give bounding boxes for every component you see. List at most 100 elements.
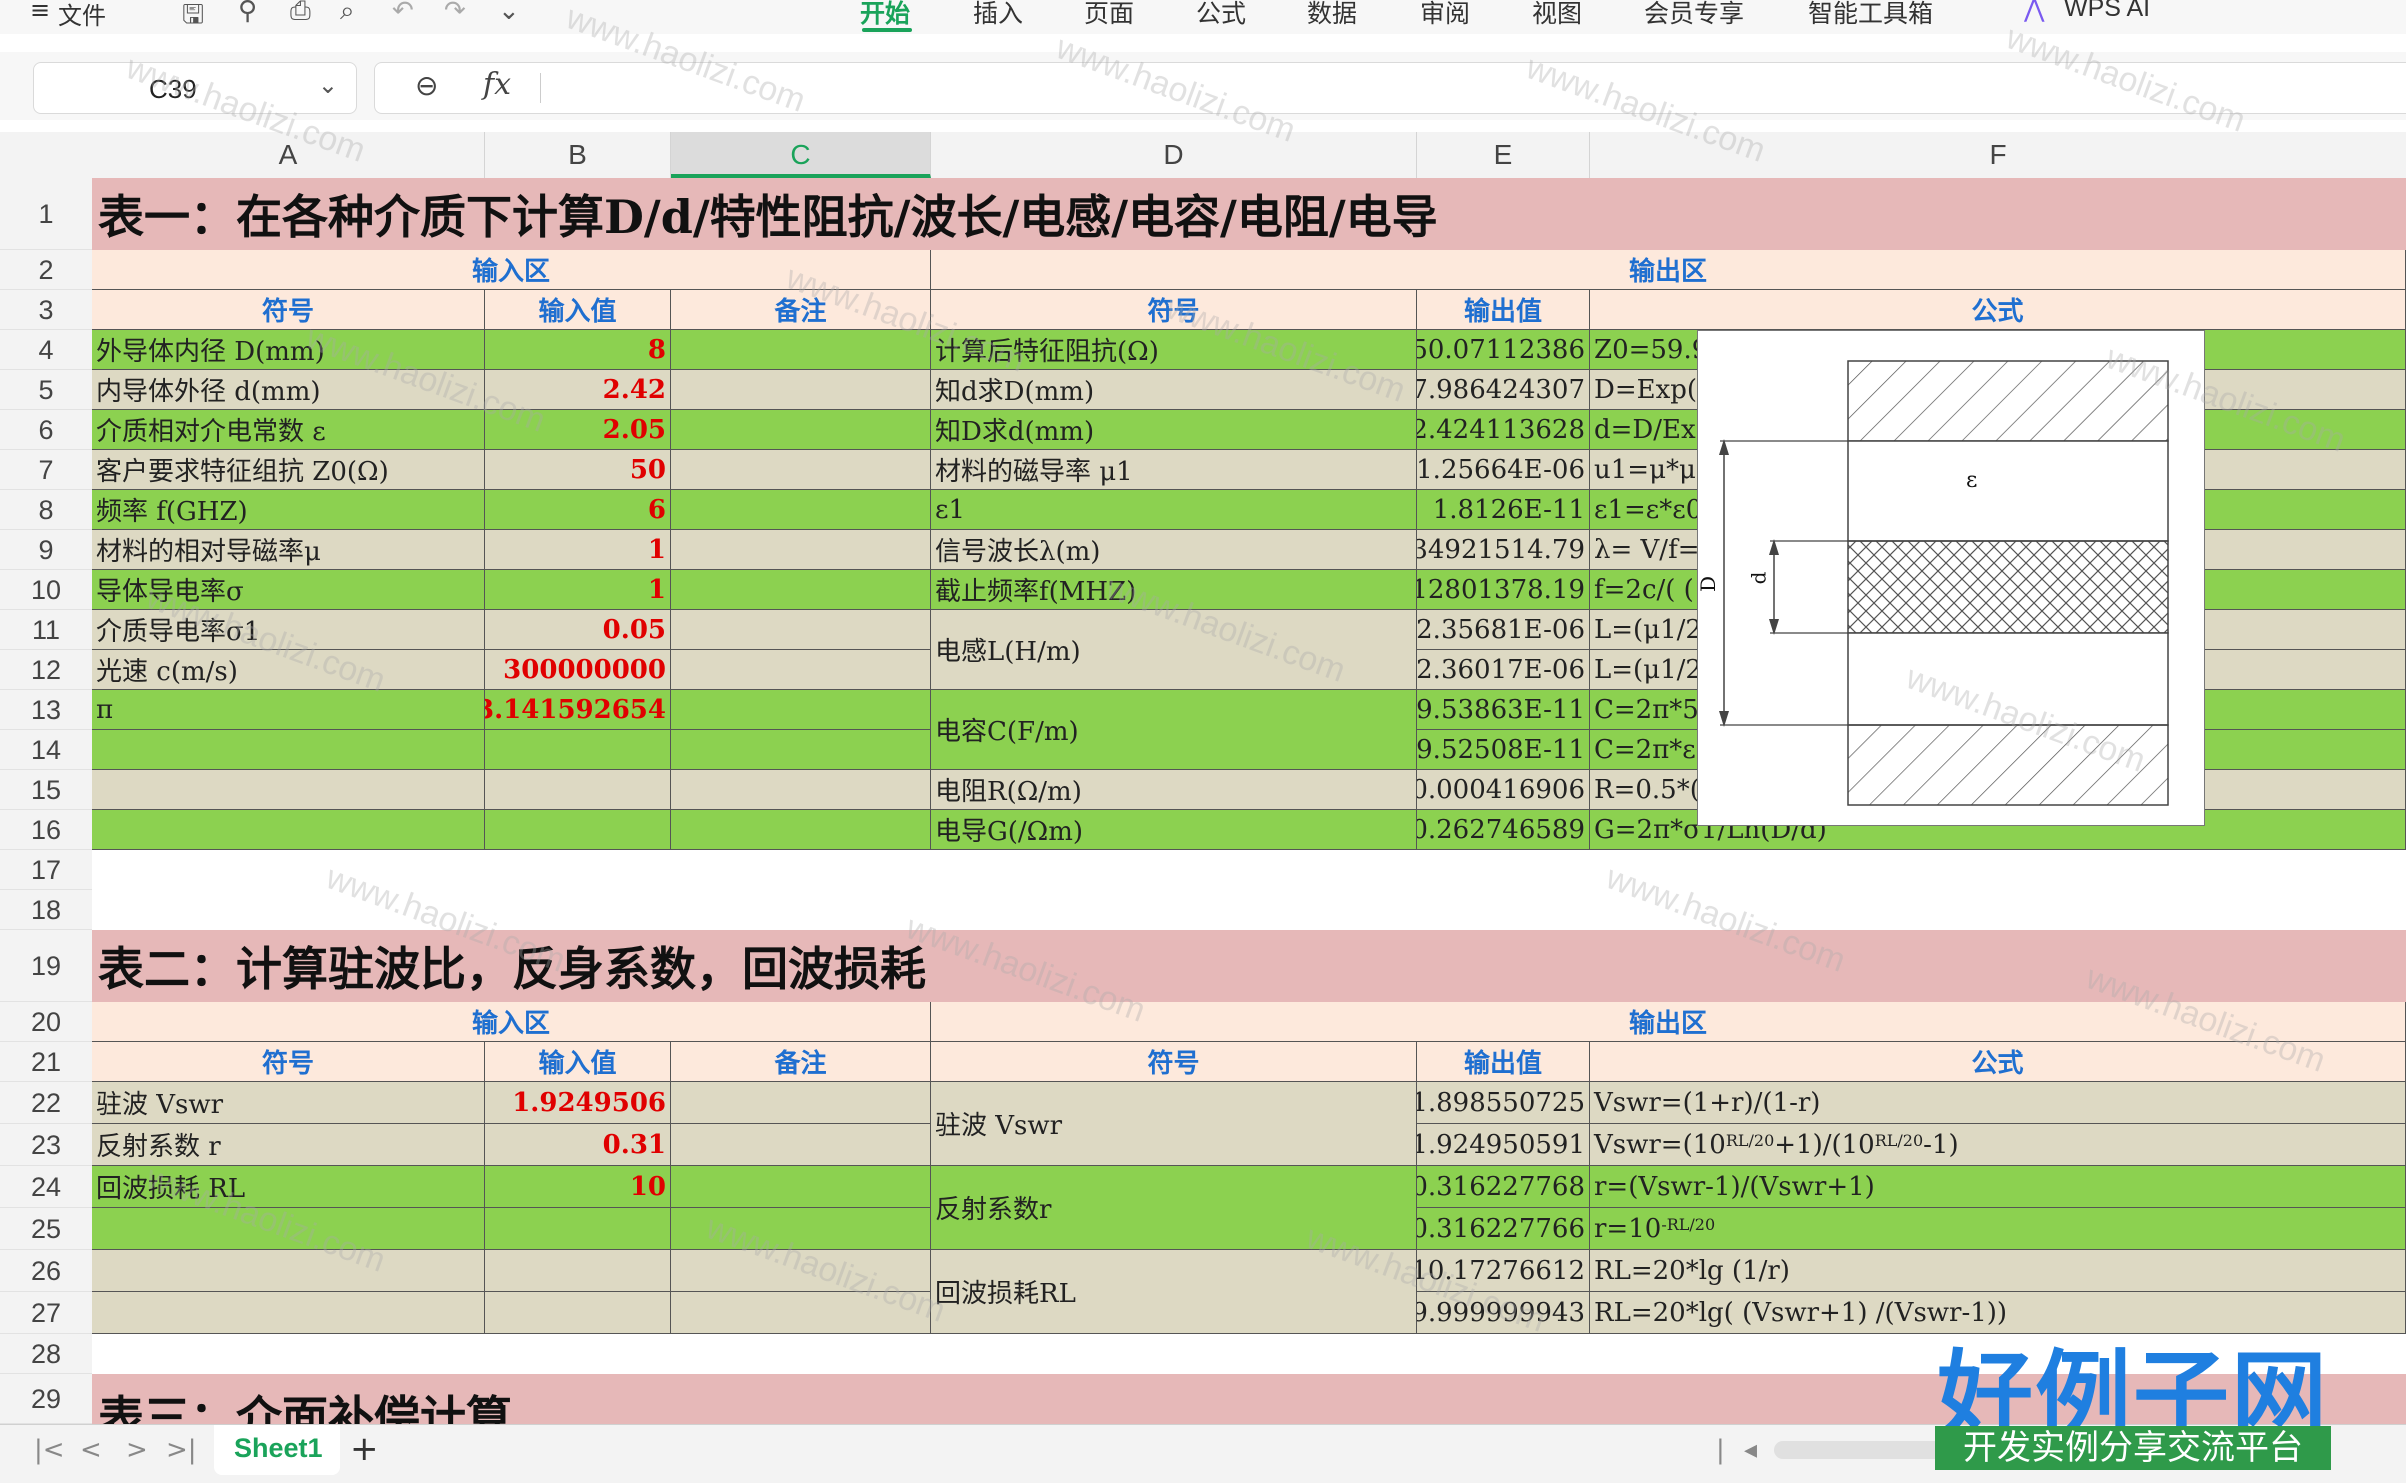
note-cell[interactable] bbox=[671, 1124, 931, 1166]
input-value[interactable]: 1.9249506 bbox=[485, 1082, 671, 1124]
header-formula[interactable]: 公式 bbox=[1590, 290, 2406, 330]
formula-input[interactable]: ⊖ fx bbox=[374, 62, 2406, 114]
output-value[interactable]: 9.52508E-11 bbox=[1417, 730, 1590, 770]
output-value[interactable]: 0.316227768 bbox=[1417, 1166, 1590, 1208]
input-value[interactable]: 50 bbox=[485, 450, 671, 490]
input-label[interactable]: 外导体内径 D(mm) bbox=[92, 330, 485, 370]
chevron-down-icon[interactable]: ⌄ bbox=[498, 0, 520, 26]
table2-input-section[interactable]: 输入区 bbox=[92, 1002, 931, 1042]
row-header[interactable]: 28 bbox=[0, 1334, 92, 1374]
column-header-b[interactable]: B bbox=[485, 132, 671, 178]
input-value[interactable]: 0.31 bbox=[485, 1124, 671, 1166]
input-label[interactable]: 反射系数 r bbox=[92, 1124, 485, 1166]
first-sheet-icon[interactable]: |< bbox=[34, 1435, 65, 1465]
table1-input-section[interactable]: 输入区 bbox=[92, 250, 931, 290]
tab-view[interactable]: 视图 bbox=[1532, 0, 1582, 30]
output-value[interactable]: 1.924950591 bbox=[1417, 1124, 1590, 1166]
table2-title[interactable]: 表二：计算驻波比，反身系数，回波损耗 bbox=[92, 930, 2406, 1002]
input-label[interactable] bbox=[92, 770, 485, 810]
input-label[interactable]: π bbox=[92, 690, 485, 730]
output-label[interactable]: 电阻R(Ω/m) bbox=[931, 770, 1417, 810]
next-sheet-icon[interactable]: > bbox=[126, 1435, 148, 1465]
input-value[interactable]: 1 bbox=[485, 570, 671, 610]
add-sheet-icon[interactable]: + bbox=[350, 1429, 379, 1469]
note-cell[interactable] bbox=[671, 370, 931, 410]
tab-formula[interactable]: 公式 bbox=[1196, 0, 1246, 30]
header-out-symbol[interactable]: 符号 bbox=[931, 1042, 1417, 1082]
input-label[interactable]: 频率 f(GHZ) bbox=[92, 490, 485, 530]
header-out-symbol[interactable]: 符号 bbox=[931, 290, 1417, 330]
row-header[interactable]: 26 bbox=[0, 1250, 92, 1292]
row-header[interactable]: 17 bbox=[0, 850, 92, 890]
input-label[interactable] bbox=[92, 1208, 485, 1250]
note-cell[interactable] bbox=[671, 810, 931, 850]
link-icon[interactable]: ⚲ bbox=[238, 0, 257, 26]
input-label[interactable]: 导体导电率σ bbox=[92, 570, 485, 610]
output-formula[interactable]: RL=20*lg (1/r) bbox=[1590, 1250, 2406, 1292]
input-label[interactable]: 驻波 Vswr bbox=[92, 1082, 485, 1124]
note-cell[interactable] bbox=[671, 1292, 931, 1334]
tab-insert[interactable]: 插入 bbox=[973, 0, 1023, 30]
hamburger-icon[interactable]: ≡ bbox=[30, 0, 50, 24]
note-cell[interactable] bbox=[671, 1208, 931, 1250]
output-formula[interactable]: Vswr=(10 RL/20 +1)/(10 RL/20 -1) bbox=[1590, 1124, 2406, 1166]
note-cell[interactable] bbox=[671, 410, 931, 450]
header-output-value[interactable]: 输出值 bbox=[1417, 290, 1590, 330]
table1-title[interactable]: 表一：在各种介质下计算D/d/特性阻抗/波长/电感/电容/电阻/电导 bbox=[92, 178, 2406, 250]
file-menu[interactable]: 文件 bbox=[58, 0, 106, 31]
output-label[interactable]: 知d求D(mm) bbox=[931, 370, 1417, 410]
input-label[interactable] bbox=[92, 730, 485, 770]
row-header[interactable]: 15 bbox=[0, 770, 92, 810]
row-header[interactable]: 11 bbox=[0, 610, 92, 650]
input-value[interactable]: 1 bbox=[485, 530, 671, 570]
input-label[interactable]: 光速 c(m/s) bbox=[92, 650, 485, 690]
row-header[interactable]: 5 bbox=[0, 370, 92, 410]
row-header[interactable]: 20 bbox=[0, 1002, 92, 1042]
redo-icon[interactable]: ↷ bbox=[444, 0, 466, 26]
row-header[interactable]: 29 bbox=[0, 1374, 92, 1424]
tab-member[interactable]: 会员专享 bbox=[1644, 0, 1744, 30]
row-header[interactable]: 24 bbox=[0, 1166, 92, 1208]
note-cell[interactable] bbox=[671, 490, 931, 530]
sheet-tab[interactable]: Sheet1 bbox=[214, 1425, 340, 1475]
note-cell[interactable] bbox=[671, 530, 931, 570]
header-input-value[interactable]: 输入值 bbox=[485, 1042, 671, 1082]
row-header[interactable]: 25 bbox=[0, 1208, 92, 1250]
input-value[interactable]: 3.141592654 bbox=[485, 690, 671, 730]
wps-ai-icon[interactable]: ⋀ bbox=[2024, 0, 2045, 23]
chevron-down-icon[interactable]: ⌄ bbox=[318, 71, 338, 99]
output-value[interactable]: 9.53863E-11 bbox=[1417, 690, 1590, 730]
fx-icon[interactable]: fx bbox=[483, 67, 511, 102]
output-label[interactable]: 信号波长λ(m) bbox=[931, 530, 1417, 570]
prev-sheet-icon[interactable]: < bbox=[80, 1435, 102, 1465]
header-note[interactable]: 备注 bbox=[671, 1042, 931, 1082]
input-label[interactable]: 内导体外径 d(mm) bbox=[92, 370, 485, 410]
note-cell[interactable] bbox=[671, 730, 931, 770]
input-label[interactable]: 介质相对介电常数 ε bbox=[92, 410, 485, 450]
row-header[interactable]: 2 bbox=[0, 250, 92, 290]
output-value[interactable]: 1.898550725 bbox=[1417, 1082, 1590, 1124]
input-label[interactable] bbox=[92, 810, 485, 850]
name-box[interactable]: C39 ⌄ bbox=[33, 62, 357, 114]
input-value[interactable]: 10 bbox=[485, 1166, 671, 1208]
tab-data[interactable]: 数据 bbox=[1307, 0, 1357, 30]
note-cell[interactable] bbox=[671, 1250, 931, 1292]
tab-wps-ai[interactable]: WPS AI bbox=[2064, 0, 2150, 23]
column-header-e[interactable]: E bbox=[1417, 132, 1590, 178]
table2-output-section[interactable]: 输出区 bbox=[931, 1002, 2406, 1042]
row-header[interactable]: 22 bbox=[0, 1082, 92, 1124]
coax-cross-section-figure[interactable] bbox=[1697, 330, 2205, 826]
output-value[interactable]: 0.316227766 bbox=[1417, 1208, 1590, 1250]
output-value[interactable]: 12801378.19 bbox=[1417, 570, 1590, 610]
tab-page[interactable]: 页面 bbox=[1084, 0, 1134, 30]
note-cell[interactable] bbox=[671, 690, 931, 730]
output-label[interactable]: 驻波 Vswr bbox=[931, 1082, 1417, 1166]
input-value[interactable] bbox=[485, 1208, 671, 1250]
input-value[interactable]: 2.05 bbox=[485, 410, 671, 450]
input-label[interactable] bbox=[92, 1292, 485, 1334]
output-value[interactable]: 0.000416906 bbox=[1417, 770, 1590, 810]
row-header[interactable]: 21 bbox=[0, 1042, 92, 1082]
input-value[interactable] bbox=[485, 1292, 671, 1334]
row-header[interactable]: 23 bbox=[0, 1124, 92, 1166]
save-icon[interactable]: 🖫 bbox=[182, 0, 204, 40]
